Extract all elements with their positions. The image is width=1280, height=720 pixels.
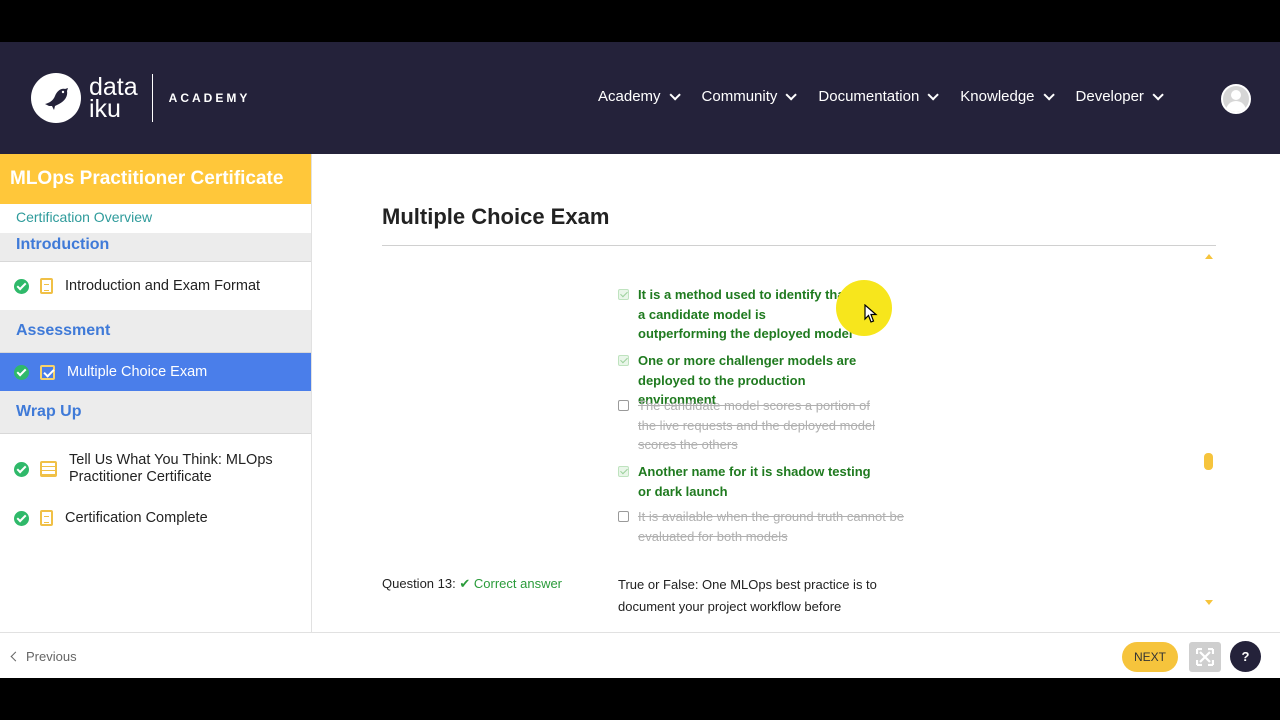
next-button[interactable]: NEXT bbox=[1122, 642, 1178, 672]
chevron-down-icon bbox=[668, 88, 681, 101]
answer-text: It is available when the ground truth ca… bbox=[638, 509, 904, 544]
avatar-body-icon bbox=[1226, 101, 1246, 112]
course-sidebar: MLOps Practitioner Certificate Certifica… bbox=[0, 154, 312, 632]
fullscreen-icon bbox=[1196, 648, 1214, 666]
help-button[interactable]: ? bbox=[1230, 641, 1261, 672]
bird-logo-icon bbox=[31, 73, 81, 123]
completed-check-icon bbox=[14, 510, 29, 526]
section-wrap-up[interactable]: Wrap Up bbox=[0, 391, 311, 434]
nav-academy[interactable]: Academy bbox=[598, 88, 681, 105]
checkbox-checked[interactable] bbox=[618, 289, 629, 300]
answer-text: It is a method used to identify that a c… bbox=[638, 287, 853, 341]
section-introduction[interactable]: Introduction bbox=[0, 233, 311, 262]
question-status: Correct answer bbox=[473, 576, 563, 591]
answer-option-5[interactable]: It is available when the ground truth ca… bbox=[618, 507, 908, 546]
lesson-certification-complete[interactable]: Certification Complete bbox=[0, 504, 311, 532]
question-13-label: Question 13: ✔ Correct answer bbox=[382, 576, 562, 592]
scrollbar-thumb[interactable] bbox=[1204, 453, 1213, 470]
answer-option-4[interactable]: Another name for it is shadow testing or… bbox=[618, 462, 880, 501]
chevron-down-icon bbox=[927, 88, 940, 101]
course-title: MLOps Practitioner Certificate bbox=[0, 154, 311, 204]
answer-text: The candidate model scores a portion of … bbox=[638, 398, 876, 452]
question-number: Question 13: bbox=[382, 576, 456, 591]
nav-academy-label: Academy bbox=[598, 88, 661, 105]
lesson-footer: Previous NEXT ? bbox=[0, 632, 1280, 678]
title-divider bbox=[382, 245, 1216, 246]
answer-text: Another name for it is shadow testing or… bbox=[638, 464, 871, 499]
mouse-cursor-icon bbox=[864, 304, 878, 323]
quiz-icon bbox=[40, 364, 55, 380]
chevron-left-icon bbox=[10, 651, 21, 662]
lesson-content: Multiple Choice Exam It is a method used… bbox=[312, 154, 1280, 632]
content-scrollbar[interactable] bbox=[1203, 250, 1215, 614]
checkbox-unchecked[interactable] bbox=[618, 511, 629, 522]
lesson-label: Multiple Choice Exam bbox=[67, 363, 208, 380]
fullscreen-button[interactable] bbox=[1189, 642, 1221, 672]
scroll-down-arrow-icon[interactable] bbox=[1205, 600, 1213, 605]
logo-word-bottom: iku bbox=[89, 95, 121, 123]
document-icon bbox=[40, 510, 53, 526]
answer-option-3[interactable]: The candidate model scores a portion of … bbox=[618, 396, 886, 455]
survey-icon bbox=[40, 461, 57, 477]
checkbox-checked[interactable] bbox=[618, 466, 629, 477]
chevron-down-icon bbox=[1042, 88, 1055, 101]
previous-button[interactable]: Previous bbox=[10, 649, 77, 664]
checkbox-checked[interactable] bbox=[618, 355, 629, 366]
lesson-tell-us-what-you-think[interactable]: Tell Us What You Think: MLOps Practition… bbox=[0, 434, 311, 504]
lesson-label: Introduction and Exam Format bbox=[65, 277, 261, 294]
app-frame: data iku ACADEMY Academy Community Docum… bbox=[0, 42, 1280, 678]
certification-overview-link[interactable]: Certification Overview bbox=[0, 204, 311, 233]
chevron-down-icon bbox=[1152, 88, 1164, 101]
nav-developer-label: Developer bbox=[1075, 88, 1144, 105]
avatar-head-icon bbox=[1231, 90, 1241, 100]
main-nav: Academy Community Documentation Knowledg… bbox=[598, 88, 1185, 105]
nav-developer[interactable]: Developer bbox=[1075, 88, 1164, 105]
logo-divider bbox=[151, 74, 153, 122]
lesson-multiple-choice-exam[interactable]: Multiple Choice Exam bbox=[0, 353, 311, 391]
lesson-label: Certification Complete bbox=[65, 509, 208, 526]
correct-check-icon: ✔ bbox=[459, 576, 471, 591]
nav-documentation[interactable]: Documentation bbox=[818, 88, 940, 105]
checkbox-unchecked[interactable] bbox=[618, 400, 629, 411]
previous-label: Previous bbox=[26, 649, 77, 664]
question-13-text: True or False: One MLOps best practice i… bbox=[618, 577, 877, 614]
section-assessment[interactable]: Assessment bbox=[0, 310, 311, 353]
logo-wordmark: data iku bbox=[89, 75, 138, 123]
completed-check-icon bbox=[14, 278, 29, 294]
nav-knowledge[interactable]: Knowledge bbox=[960, 88, 1055, 105]
nav-community[interactable]: Community bbox=[701, 88, 798, 105]
logo-section-label: ACADEMY bbox=[168, 91, 251, 105]
dataiku-academy-logo[interactable]: data iku ACADEMY bbox=[31, 73, 250, 123]
lesson-label: Tell Us What You Think: MLOps Practition… bbox=[69, 452, 273, 485]
lesson-introduction-exam-format[interactable]: Introduction and Exam Format bbox=[0, 262, 311, 310]
nav-community-label: Community bbox=[701, 88, 778, 105]
nav-documentation-label: Documentation bbox=[818, 88, 920, 105]
user-avatar[interactable] bbox=[1221, 84, 1251, 114]
page-title: Multiple Choice Exam bbox=[382, 204, 610, 229]
chevron-down-icon bbox=[785, 88, 798, 101]
completed-check-icon bbox=[14, 461, 29, 477]
nav-knowledge-label: Knowledge bbox=[960, 88, 1035, 105]
completed-check-icon bbox=[14, 364, 29, 380]
top-navigation-bar: data iku ACADEMY Academy Community Docum… bbox=[0, 42, 1280, 154]
scroll-up-arrow-icon[interactable] bbox=[1205, 254, 1213, 259]
document-icon bbox=[40, 278, 53, 294]
answer-option-1[interactable]: It is a method used to identify that a c… bbox=[618, 285, 858, 344]
